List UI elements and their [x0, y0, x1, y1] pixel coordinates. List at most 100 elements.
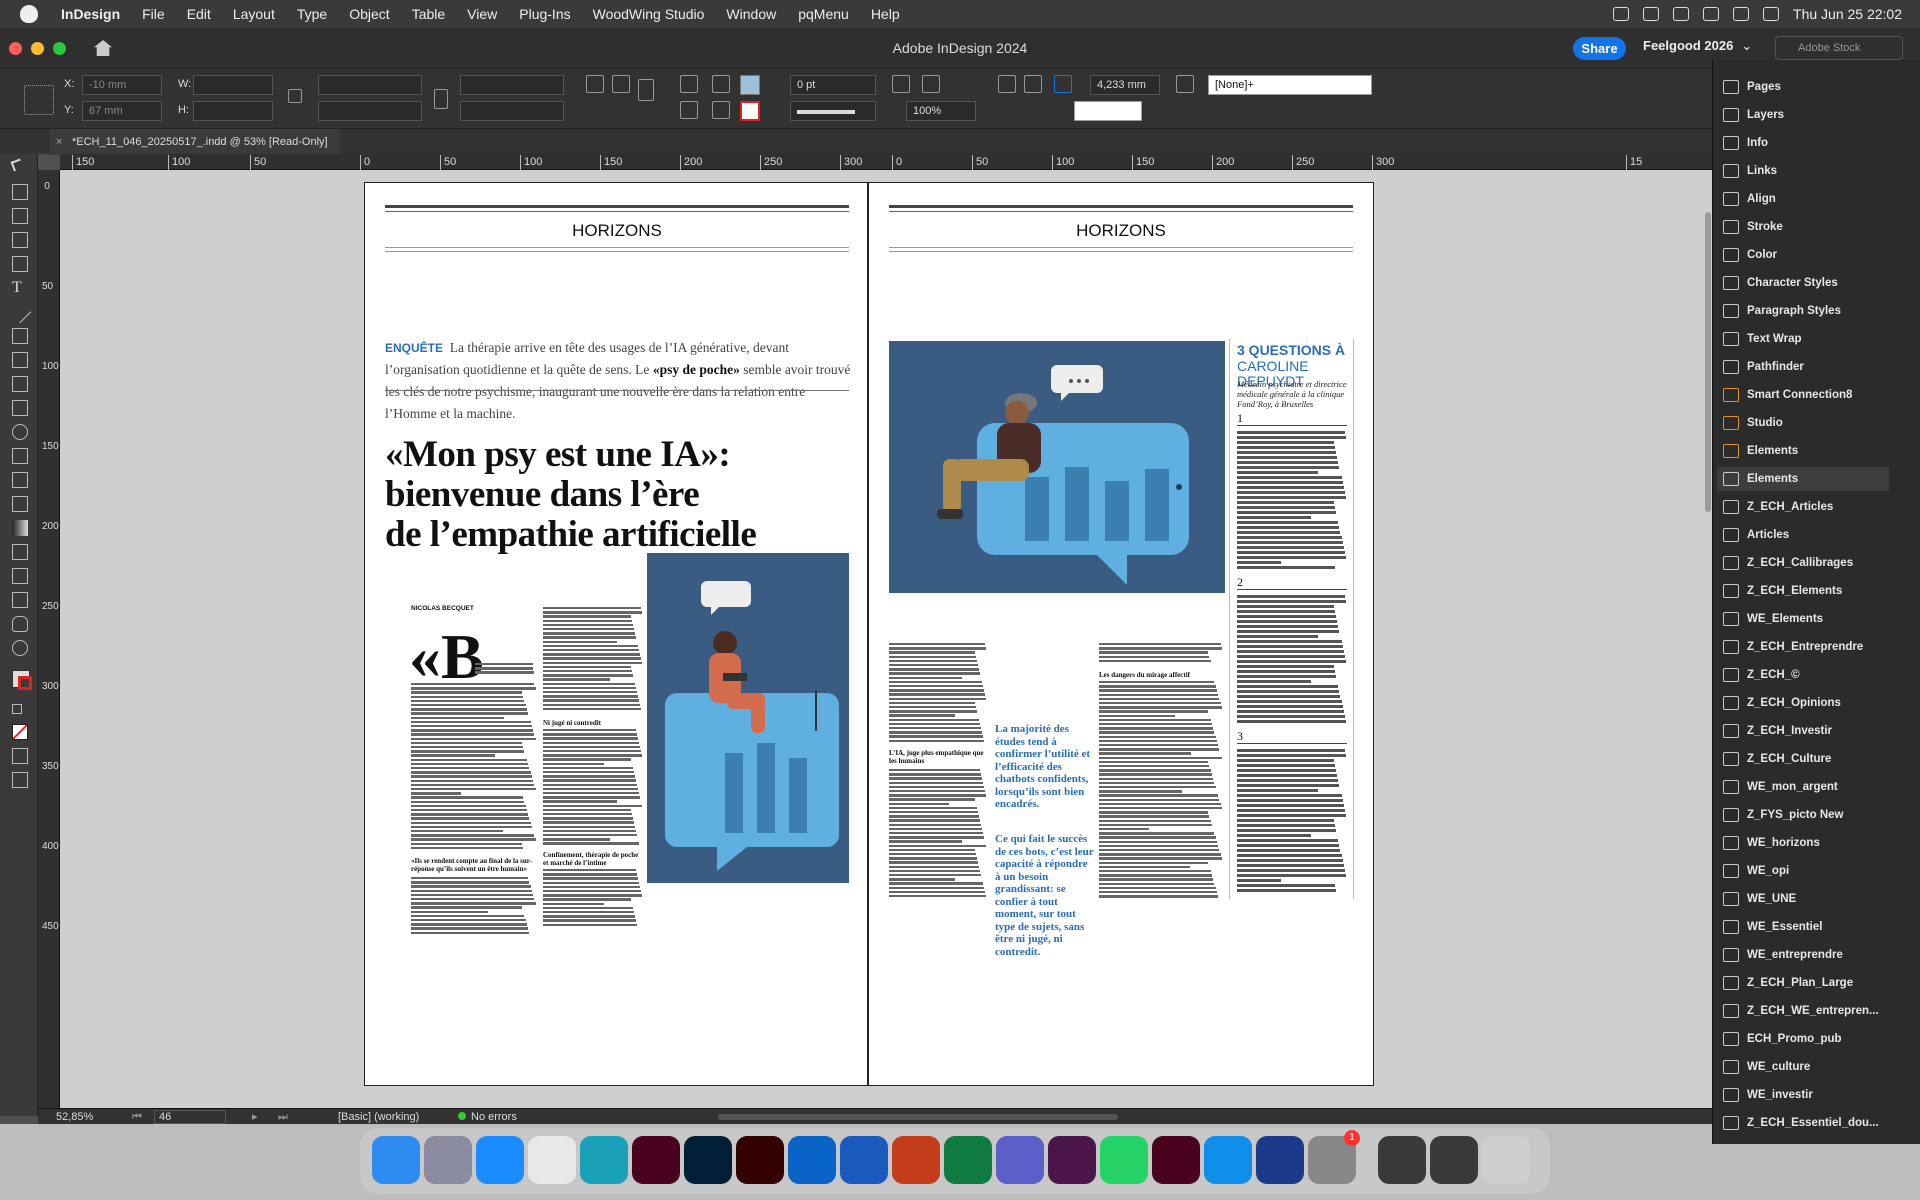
panel-item-layers[interactable]: Layers — [1717, 103, 1889, 127]
preflight-status[interactable]: No errors — [458, 1109, 517, 1125]
constrain-proportions-icon[interactable] — [288, 89, 302, 103]
outlook-app-icon[interactable] — [788, 1136, 836, 1184]
panel-item-we-horizons[interactable]: WE_horizons — [1717, 831, 1889, 855]
bluetooth-icon[interactable] — [1673, 7, 1690, 21]
fx-icon[interactable] — [892, 75, 910, 93]
panel-item-z-ech-entreprendre[interactable]: Z_ECH_Entreprendre — [1717, 635, 1889, 659]
zoom-window-button[interactable] — [53, 41, 66, 55]
panel-item-z-ech-culture[interactable]: Z_ECH_Culture — [1717, 747, 1889, 771]
close-window-button[interactable] — [9, 41, 22, 55]
rotate-cw-icon[interactable] — [586, 75, 604, 93]
illustration-man-on-bubble[interactable] — [889, 341, 1225, 593]
control-center-icon[interactable] — [1763, 7, 1780, 21]
menu-edit[interactable]: Edit — [176, 6, 222, 22]
finder-app-icon[interactable] — [372, 1136, 420, 1184]
illustrator-app-icon[interactable] — [736, 1136, 784, 1184]
powerpoint-app-icon[interactable] — [892, 1136, 940, 1184]
panel-item-stroke[interactable]: Stroke — [1717, 215, 1889, 239]
direct-selection-tool-icon[interactable] — [12, 184, 28, 200]
flip-vertical-icon[interactable] — [680, 101, 698, 119]
eyedropper-tool-icon[interactable] — [12, 592, 28, 608]
panel-item-we-investir[interactable]: WE_investir — [1717, 1083, 1889, 1107]
panel-item-align[interactable]: Align — [1717, 187, 1889, 211]
menu-window[interactable]: Window — [715, 6, 787, 22]
slack-app-icon[interactable] — [1048, 1136, 1096, 1184]
camera-icon[interactable] — [1643, 7, 1660, 21]
menu-app-name[interactable]: InDesign — [50, 6, 131, 22]
left-page[interactable]: HORIZONS ENQUÊTE La thérapie arrive en t… — [364, 182, 868, 1086]
menu-type[interactable]: Type — [286, 6, 338, 22]
formatting-container-icon[interactable] — [12, 704, 22, 714]
launchpad-app-icon[interactable] — [424, 1136, 472, 1184]
scale-x-field[interactable] — [318, 75, 422, 95]
page-number-field[interactable]: 46 — [154, 1110, 226, 1124]
scale-y-field[interactable] — [318, 101, 422, 121]
panel-item-z-ech-opinions[interactable]: Z_ECH_Opinions — [1717, 691, 1889, 715]
panel-item-z-ech-we-entrepren[interactable]: Z_ECH_WE_entrepren... — [1717, 999, 1889, 1023]
panel-item-text-wrap[interactable]: Text Wrap — [1717, 327, 1889, 351]
incopy-app-icon[interactable] — [1152, 1136, 1200, 1184]
folder-app-icon[interactable] — [1378, 1136, 1426, 1184]
panel-item-info[interactable]: Info — [1717, 131, 1889, 155]
stroke-swatch[interactable] — [740, 101, 760, 121]
reference-point-icon[interactable] — [24, 85, 54, 115]
text-path-icon[interactable] — [638, 79, 654, 101]
creative-cloud-icon[interactable] — [1613, 7, 1630, 21]
panel-item-we-mon-argent[interactable]: WE_mon_argent — [1717, 775, 1889, 799]
select-container-icon[interactable] — [712, 75, 730, 93]
horizontal-scrollbar[interactable] — [718, 1114, 1118, 1120]
text-wrap-box-icon[interactable] — [1024, 75, 1042, 93]
apple-icon[interactable] — [20, 5, 38, 23]
document-tab[interactable]: × *ECH_11_046_20250517_.indd @ 53% [Read… — [50, 129, 340, 155]
apply-none-icon[interactable] — [12, 724, 28, 740]
width-field[interactable] — [193, 75, 273, 95]
menu-layout[interactable]: Layout — [222, 6, 286, 22]
free-transform-tool-icon[interactable] — [12, 496, 28, 512]
stroke-weight-field[interactable]: 0 pt — [790, 75, 876, 95]
panel-item-we-une[interactable]: WE_UNE — [1717, 887, 1889, 911]
pencil-tool-icon[interactable] — [12, 352, 28, 368]
opacity-field[interactable]: 100% — [906, 101, 976, 121]
last-page-button[interactable]: ⏭ — [278, 1109, 288, 1125]
panel-item-color[interactable]: Color — [1717, 243, 1889, 267]
shear-field[interactable] — [460, 101, 564, 121]
adobe-stock-search[interactable]: Adobe Stock — [1775, 36, 1903, 60]
indesign-app-icon[interactable] — [632, 1136, 680, 1184]
next-page-button[interactable]: ▸ — [252, 1109, 258, 1125]
type-tool-icon[interactable]: T — [12, 280, 28, 296]
chrome-app-icon[interactable] — [528, 1136, 576, 1184]
panel-item-pages[interactable]: Pages — [1717, 75, 1889, 99]
illustration-woman-on-bubble[interactable] — [647, 553, 849, 883]
frame-fitting-icon[interactable] — [1176, 75, 1194, 93]
text-wrap-none-icon[interactable] — [998, 75, 1016, 93]
fill-swatch[interactable] — [740, 75, 760, 95]
rectangle-tool-icon[interactable] — [12, 400, 28, 416]
panel-item-ech-promo-pub[interactable]: ECH_Promo_pub — [1717, 1027, 1889, 1051]
excel-app-icon[interactable] — [944, 1136, 992, 1184]
y-field[interactable]: 67 mm — [82, 101, 162, 121]
panel-item-articles[interactable]: Articles — [1717, 523, 1889, 547]
panel-item-z-ech-plan-large[interactable]: Z_ECH_Plan_Large — [1717, 971, 1889, 995]
selection-tool-icon[interactable] — [10, 158, 24, 172]
workspace-switcher[interactable]: Feelgood 2026 ⌄ — [1643, 38, 1752, 54]
polygon-tool-icon[interactable] — [12, 448, 28, 464]
panel-item-z-ech[interactable]: Z_ECH_© — [1717, 663, 1889, 687]
panel-item-elements[interactable]: Elements — [1717, 467, 1889, 491]
photoshop-app-icon[interactable] — [684, 1136, 732, 1184]
menu-pqmenu[interactable]: pqMenu — [787, 6, 860, 22]
page-tool-icon[interactable] — [12, 208, 28, 224]
x-field[interactable]: -10 mm — [82, 75, 162, 95]
panel-item-pathfinder[interactable]: Pathfinder — [1717, 355, 1889, 379]
scissors-tool-icon[interactable] — [12, 472, 28, 488]
auto-fit-icon[interactable] — [1054, 75, 1072, 93]
content-collector-icon[interactable] — [12, 256, 28, 272]
menu-woodwing-studio[interactable]: WoodWing Studio — [582, 6, 716, 22]
share-button[interactable]: Share — [1573, 37, 1626, 60]
document-canvas[interactable]: HORIZONS ENQUÊTE La thérapie arrive en t… — [60, 170, 1712, 1116]
teams-app-icon[interactable] — [996, 1136, 1044, 1184]
teamviewer-app-icon[interactable] — [1204, 1136, 1252, 1184]
preflight-profile[interactable]: [Basic] (working) — [338, 1109, 419, 1125]
panel-item-elements[interactable]: Elements — [1717, 439, 1889, 463]
rotation-field[interactable] — [460, 75, 564, 95]
panel-item-z-ech-elements[interactable]: Z_ECH_Elements — [1717, 579, 1889, 603]
